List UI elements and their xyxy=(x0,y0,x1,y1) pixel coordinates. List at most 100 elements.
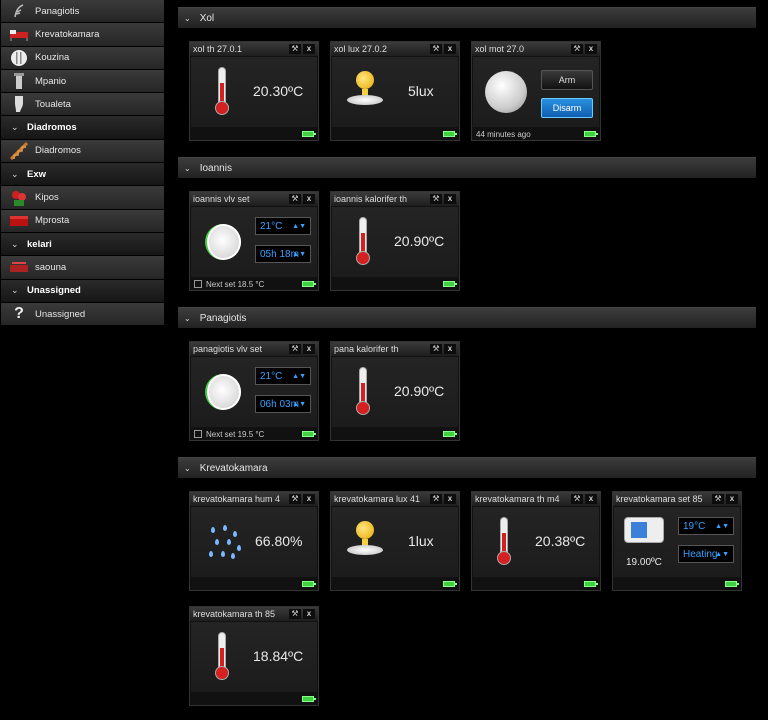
temperature-value: 20.30ºC xyxy=(253,83,304,99)
wrench-icon[interactable]: ⚒ xyxy=(430,44,442,54)
bed-icon xyxy=(7,24,31,44)
chevron-down-icon: ⌄ xyxy=(11,168,19,179)
card-body: Arm Disarm xyxy=(473,57,599,127)
device-card-ioannis-vlv: ioannis vlv set ⚒ x 21°C ▲▼ 05h 18m ▲▼ Nex… xyxy=(189,191,319,291)
close-icon[interactable]: x xyxy=(726,494,738,504)
wrench-icon[interactable]: ⚒ xyxy=(289,44,301,54)
card-body: 21°C ▲▼ 05h 18m ▲▼ xyxy=(191,207,317,277)
section-title: Ioannis xyxy=(199,162,232,174)
card-body: 20.38ºC xyxy=(473,507,599,577)
section-header-xol[interactable]: ⌄ Xol xyxy=(178,7,756,28)
card-title-bar: xol lux 27.0.2 ⚒ x xyxy=(331,42,459,56)
mode-select[interactable]: Heating ▲▼ xyxy=(678,545,734,563)
sidebar-item-diadromos[interactable]: Diadromos xyxy=(1,139,164,164)
wrench-icon[interactable]: ⚒ xyxy=(571,494,583,504)
last-seen-text: 44 minutes ago xyxy=(476,129,531,139)
select-value: 21°C xyxy=(260,370,283,382)
wrench-icon[interactable]: ⚒ xyxy=(430,494,442,504)
card-footer xyxy=(473,578,599,590)
wrench-icon[interactable]: ⚒ xyxy=(430,344,442,354)
device-card-krevatokamara-hum: krevatokamara hum 4 ⚒ x 66.80% xyxy=(189,491,319,591)
card-body: 66.80% xyxy=(191,507,317,577)
close-icon[interactable]: x xyxy=(303,44,315,54)
close-icon[interactable]: x xyxy=(303,494,315,504)
sidebar-section-label: kelari xyxy=(27,238,52,250)
valve-icon xyxy=(205,374,241,410)
sidebar-item-unassigned[interactable]: ? Unassigned xyxy=(1,302,164,327)
sofa-icon xyxy=(7,211,31,231)
close-icon[interactable]: x xyxy=(444,494,456,504)
close-icon[interactable]: x xyxy=(444,194,456,204)
card-footer xyxy=(332,278,458,290)
battery-icon xyxy=(725,581,739,587)
close-icon[interactable]: x xyxy=(444,44,456,54)
sidebar-item-panagiotis[interactable]: Panagiotis xyxy=(1,0,164,24)
sidebar-item-kouzina[interactable]: Kouzina xyxy=(1,46,164,70)
chevron-updown-icon: ▲▼ xyxy=(715,522,729,530)
sidebar-section-diadromos[interactable]: ⌄ Diadromos xyxy=(1,116,164,140)
device-card-panagiotis-vlv: panagiotis vlv set ⚒ x 21°C ▲▼ 06h 03m ▲▼ … xyxy=(189,341,319,441)
wrench-icon[interactable]: ⚒ xyxy=(289,494,301,504)
select-value: 19°C xyxy=(683,520,706,532)
close-icon[interactable]: x xyxy=(303,194,315,204)
card-title: krevatokamara set 85 xyxy=(616,494,703,504)
disarm-button[interactable]: Disarm xyxy=(541,98,593,118)
wrench-icon[interactable]: ⚒ xyxy=(712,494,724,504)
sidebar-section-kelari[interactable]: ⌄ kelari xyxy=(1,232,164,257)
close-icon[interactable]: x xyxy=(303,344,315,354)
close-icon[interactable]: x xyxy=(303,609,315,619)
wrench-icon[interactable]: ⚒ xyxy=(289,344,301,354)
card-title: xol th 27.0.1 xyxy=(193,44,243,54)
arm-button[interactable]: Arm xyxy=(541,70,593,90)
device-card-ioannis-kalorifer: ioannis kalorifer th ⚒ x 20.90ºC xyxy=(330,191,460,291)
duration-select[interactable]: 06h 03m ▲▼ xyxy=(255,395,311,413)
sidebar-item-mpanio[interactable]: Mpanio xyxy=(1,69,164,94)
section-header-krevatokamara[interactable]: ⌄ Krevatokamara xyxy=(178,457,756,478)
wrench-icon[interactable]: ⚒ xyxy=(571,44,583,54)
thermometer-icon xyxy=(215,67,229,115)
calendar-icon xyxy=(194,430,202,438)
sidebar-section-label: Diadromos xyxy=(27,122,77,134)
card-title-bar: panagiotis vlv set ⚒ x xyxy=(190,342,318,356)
card-title-bar: xol th 27.0.1 ⚒ x xyxy=(190,42,318,56)
sidebar-item-toualeta[interactable]: Toualeta xyxy=(1,93,164,117)
shower-icon xyxy=(7,71,31,91)
card-title-bar: krevatokamara lux 41 ⚒ x xyxy=(331,492,459,506)
sidebar-section-exw[interactable]: ⌄ Exw xyxy=(1,163,164,187)
toilet-icon xyxy=(7,94,31,114)
sidebar: Panagiotis Krevatokamara Kouzina Mpanio … xyxy=(1,0,164,327)
card-body: 1lux xyxy=(332,507,458,577)
card-title: panagiotis vlv set xyxy=(193,344,263,354)
close-icon[interactable]: x xyxy=(444,344,456,354)
sauna-icon xyxy=(7,257,31,277)
wrench-icon[interactable]: ⚒ xyxy=(289,194,301,204)
card-footer xyxy=(614,578,740,590)
device-card-xol-mot: xol mot 27.0 ⚒ x Arm Disarm 44 minutes a… xyxy=(471,41,601,141)
close-icon[interactable]: x xyxy=(585,494,597,504)
close-icon[interactable]: x xyxy=(585,44,597,54)
sidebar-section-unassigned[interactable]: ⌄ Unassigned xyxy=(1,279,164,303)
battery-icon xyxy=(584,581,598,587)
sidebar-item-saouna[interactable]: saouna xyxy=(1,256,164,280)
card-body: 21°C ▲▼ 06h 03m ▲▼ xyxy=(191,357,317,427)
device-card-krevatokamara-th85: krevatokamara th 85 ⚒ x 18.84ºC xyxy=(189,606,319,706)
sidebar-item-kipos[interactable]: Kipos xyxy=(1,186,164,210)
card-title: xol mot 27.0 xyxy=(475,44,525,54)
battery-icon xyxy=(443,131,457,137)
sidebar-item-krevatokamara[interactable]: Krevatokamara xyxy=(1,23,164,47)
temperature-select[interactable]: 21°C ▲▼ xyxy=(255,367,311,385)
wrench-icon[interactable]: ⚒ xyxy=(289,609,301,619)
temperature-select[interactable]: 21°C ▲▼ xyxy=(255,217,311,235)
motion-sensor-icon xyxy=(485,71,527,113)
section-panagiotis: ⌄ Panagiotis panagiotis vlv set ⚒ x 21°C… xyxy=(178,307,756,447)
lux-value: 5lux xyxy=(408,83,434,99)
sidebar-item-mprosta[interactable]: Mprosta xyxy=(1,209,164,233)
battery-icon xyxy=(443,581,457,587)
device-card-krevatokamara-set: krevatokamara set 85 ⚒ x 19.00ºC 19°C ▲▼ … xyxy=(612,491,742,591)
duration-select[interactable]: 05h 18m ▲▼ xyxy=(255,245,311,263)
wrench-icon[interactable]: ⚒ xyxy=(430,194,442,204)
section-header-panagiotis[interactable]: ⌄ Panagiotis xyxy=(178,307,756,328)
section-header-ioannis[interactable]: ⌄ Ioannis xyxy=(178,157,756,178)
setpoint-select[interactable]: 19°C ▲▼ xyxy=(678,517,734,535)
battery-icon xyxy=(443,431,457,437)
